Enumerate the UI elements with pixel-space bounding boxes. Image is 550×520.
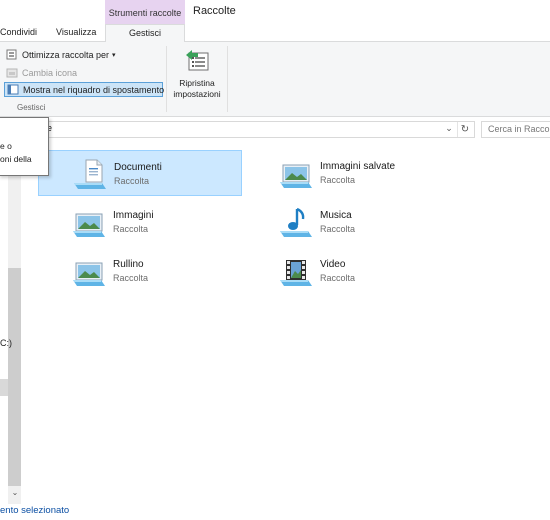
library-item-type: Raccolta <box>113 273 149 283</box>
restore-label-line2: impostazioni <box>173 89 221 99</box>
tab-condividi[interactable]: Condividi <box>0 24 40 42</box>
change-icon-label: Cambia icona <box>22 67 78 78</box>
library-item-name: Documenti <box>114 162 162 173</box>
change-icon-button[interactable]: Cambia icona <box>6 65 77 80</box>
optimize-library-button[interactable]: Ottimizza raccolta per ▾ <box>6 47 116 62</box>
scroll-down-icon[interactable]: ⌄ <box>9 488 21 497</box>
library-item-name: Immagini <box>113 210 154 221</box>
nav-pane-icon <box>7 84 19 95</box>
refresh-icon[interactable]: ↻ <box>457 122 472 137</box>
library-item-type: Raccolta <box>320 175 356 185</box>
window-title: Raccolte <box>193 5 236 17</box>
library-item-name: Musica <box>320 210 352 221</box>
library-item-immagini[interactable]: Immagini Raccolta <box>38 199 242 245</box>
change-icon-icon <box>6 67 18 78</box>
show-in-nav-pane-label: Mostra nel riquadro di spostamento <box>23 84 165 95</box>
library-item-immagini-salvate[interactable]: Immagini salvate Raccolta <box>245 150 449 196</box>
nav-item-drive[interactable]: C:) <box>0 338 12 348</box>
ribbon: Ottimizza raccolta per ▾ Cambia icona Mo… <box>0 42 550 117</box>
ribbon-divider <box>166 46 167 112</box>
library-item-name: Immagini salvate <box>320 161 396 172</box>
library-item-name: Video <box>320 259 346 270</box>
nav-scrollbar-thumb[interactable] <box>8 268 21 486</box>
ribbon-group-gestisci-label: Gestisci <box>17 103 46 112</box>
music-library-icon <box>278 206 314 240</box>
restore-settings-button[interactable]: Ripristina impostazioni <box>169 46 225 108</box>
documents-library-icon <box>72 158 108 192</box>
library-item-type: Raccolta <box>114 176 150 186</box>
library-item-musica[interactable]: Musica Raccolta <box>245 199 449 245</box>
search-input[interactable]: Cerca in Raccolte <box>481 121 550 138</box>
library-item-video[interactable]: Video Raccolta <box>245 248 449 294</box>
pictures-library-icon <box>71 206 107 240</box>
context-tab-header: Strumenti raccolte <box>105 0 185 24</box>
library-item-type: Raccolta <box>113 224 149 234</box>
ribbon-tab-strip: Condividi Visualizza Strumenti raccolte … <box>0 0 550 43</box>
restore-label-line1: Ripristina <box>179 78 215 88</box>
tooltip: e o oni della <box>0 117 49 176</box>
library-item-rullino[interactable]: Rullino Raccolta <box>38 248 242 294</box>
address-history-chevron-icon[interactable]: ⌄ <box>444 123 454 136</box>
tooltip-line: e o <box>0 141 12 151</box>
videos-library-icon <box>278 255 314 289</box>
library-content-area[interactable]: Documenti Raccolta Immagini salvate Racc… <box>23 140 550 504</box>
status-text: ento selezionato <box>0 505 70 516</box>
camera-roll-library-icon <box>71 255 107 289</box>
library-item-documenti[interactable]: Documenti Raccolta <box>38 150 242 196</box>
dropdown-arrow-icon: ▾ <box>112 51 116 59</box>
tab-visualizza[interactable]: Visualizza <box>56 24 100 42</box>
saved-pictures-library-icon <box>278 157 314 191</box>
show-in-nav-pane-button[interactable]: Mostra nel riquadro di spostamento <box>4 82 165 97</box>
library-item-type: Raccolta <box>320 224 356 234</box>
status-bar: ento selezionato <box>0 504 550 520</box>
tab-gestisci[interactable]: Gestisci <box>105 24 185 43</box>
nav-item-highlight[interactable] <box>0 379 8 396</box>
restore-settings-icon <box>186 50 209 71</box>
optimize-icon <box>6 49 18 60</box>
optimize-label: Ottimizza raccolta per <box>22 49 110 60</box>
tooltip-line: oni della <box>0 154 32 164</box>
library-item-name: Rullino <box>113 259 144 270</box>
library-item-type: Raccolta <box>320 273 356 283</box>
address-bar[interactable]: e ⌄ ↻ <box>44 121 475 138</box>
ribbon-divider <box>227 46 228 112</box>
